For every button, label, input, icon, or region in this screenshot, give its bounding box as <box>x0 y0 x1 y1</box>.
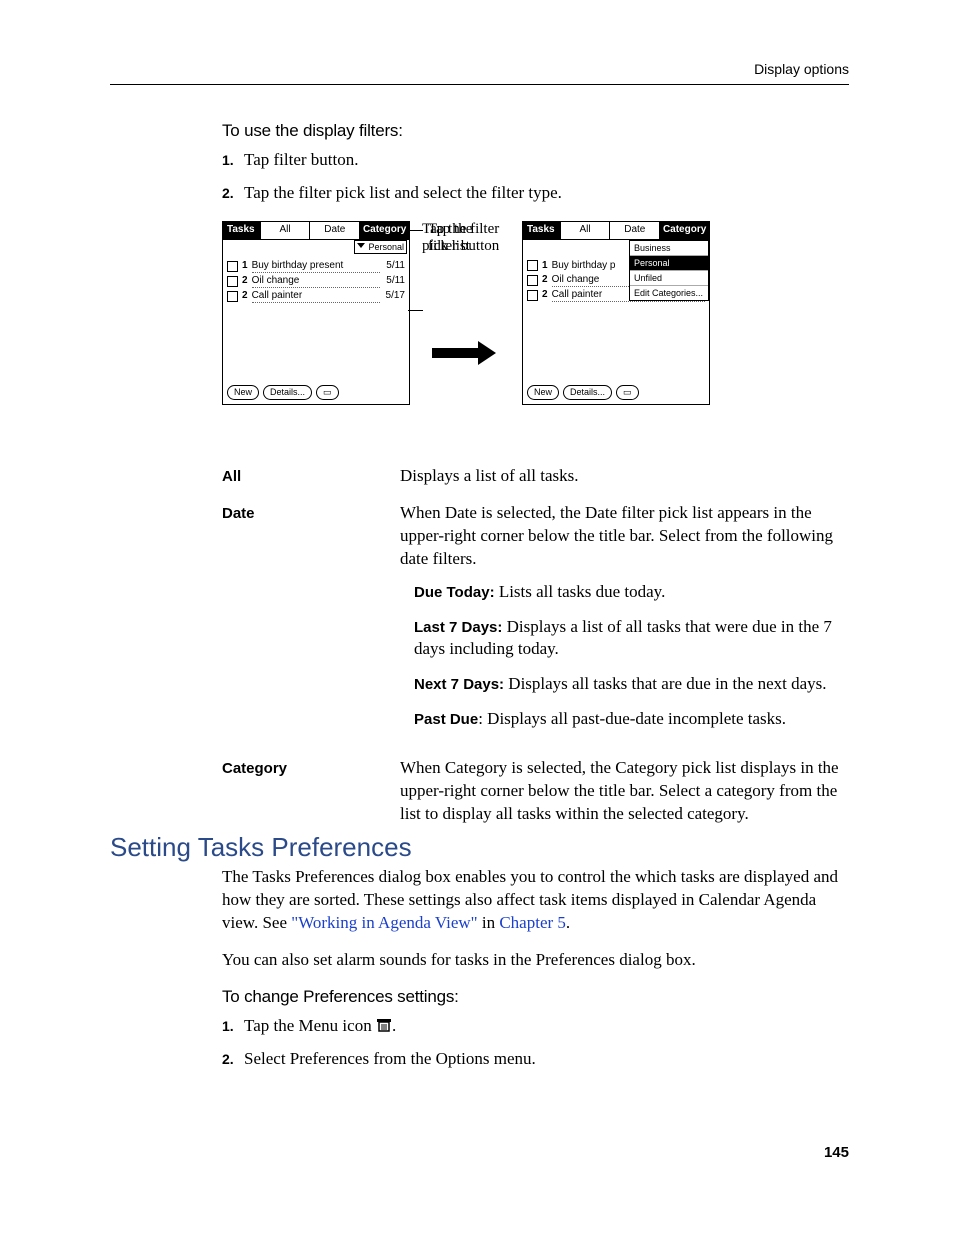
tab-category: Category <box>659 222 709 239</box>
dropdown-item: Business <box>630 241 708 256</box>
task-row: 2Oil change5/11 <box>227 275 405 288</box>
step-2: 2.Tap the filter pick list and select th… <box>222 182 849 205</box>
checkbox-icon <box>527 290 538 301</box>
tab-date: Date <box>309 222 359 239</box>
header-rule <box>110 84 849 85</box>
sub-label: Past Due <box>414 711 478 728</box>
para-alarm: You can also set alarm sounds for tasks … <box>222 949 849 972</box>
note-icon: ▭ <box>616 385 639 400</box>
titlebar: Tasks All Date Category <box>523 222 709 240</box>
running-head: Display options <box>754 60 849 79</box>
filter-definitions: All Displays a list of all tasks. Date W… <box>222 465 849 826</box>
titlebar: Tasks All Date Category <box>223 222 409 240</box>
step-num: 1. <box>222 151 244 170</box>
task-row: 1Buy birthday present5/11 <box>227 260 405 273</box>
step-num: 2. <box>222 184 244 203</box>
dropdown-item: Unfiled <box>630 271 708 286</box>
details-button: Details... <box>263 385 312 400</box>
callout-line <box>408 310 423 311</box>
link-agenda-view[interactable]: "Working in Agenda View" <box>291 913 477 932</box>
checkbox-icon <box>227 276 238 287</box>
button-row: New Details... ▭ <box>227 385 339 400</box>
step-text: Tap filter button. <box>244 150 358 169</box>
link-chapter-5[interactable]: Chapter 5 <box>499 913 566 932</box>
category-dropdown: Business Personal Unfiled Edit Categorie… <box>629 240 709 301</box>
para-prefs-intro: The Tasks Preferences dialog box enables… <box>222 866 849 935</box>
step-text: Tap the filter pick list and select the … <box>244 183 562 202</box>
callout-line <box>408 230 423 231</box>
button-row: New Details... ▭ <box>527 385 639 400</box>
note-icon: ▭ <box>316 385 339 400</box>
term: Category <box>222 757 400 826</box>
dropdown-item-selected: Personal <box>630 256 708 271</box>
dropdown-item: Edit Categories... <box>630 286 708 300</box>
step-1: 1.Tap filter button. <box>222 149 849 172</box>
step-2: 2.Select Preferences from the Options me… <box>222 1048 849 1071</box>
subhead-prefs: To change Preferences settings: <box>222 986 849 1009</box>
sub-label: Due Today: <box>414 584 495 601</box>
tab-all: All <box>260 222 310 239</box>
step-num: 1. <box>222 1017 244 1036</box>
app-title: Tasks <box>223 222 260 239</box>
tab-category: Category <box>359 222 409 239</box>
task-list: 1Buy birthday present5/11 2Oil change5/1… <box>223 256 409 303</box>
step-text-end: . <box>392 1016 396 1035</box>
def-all: All Displays a list of all tasks. <box>222 465 849 488</box>
menu-icon <box>376 1018 392 1032</box>
def-date: Date When Date is selected, the Date fil… <box>222 502 849 744</box>
screenshot-tasks-left: Tasks All Date Category Personal 1Buy bi… <box>222 221 410 405</box>
step-1: 1.Tap the Menu icon . <box>222 1015 849 1038</box>
app-title: Tasks <box>523 222 560 239</box>
page-number: 145 <box>824 1143 849 1163</box>
sub-text: Lists all tasks due today. <box>495 582 666 601</box>
picklist-value: Personal <box>368 241 404 253</box>
checkbox-icon <box>227 291 238 302</box>
definition: When Category is selected, the Category … <box>400 757 849 826</box>
subhead-filters: To use the display filters: <box>222 120 849 143</box>
new-button: New <box>527 385 559 400</box>
term: Date <box>222 502 400 744</box>
def-category: Category When Category is selected, the … <box>222 757 849 826</box>
screenshot-tasks-right: Tasks All Date Category 1Buy birthday p … <box>522 221 710 405</box>
steps-filters: 1.Tap filter button. 2.Tap the filter pi… <box>222 149 849 205</box>
sub-label: Next 7 Days: <box>414 676 504 693</box>
date-subfilters: Due Today: Lists all tasks due today. La… <box>414 581 849 732</box>
figure-filters: Tasks All Date Category Personal 1Buy bi… <box>222 221 849 441</box>
checkbox-icon <box>527 275 538 286</box>
tab-date: Date <box>609 222 659 239</box>
step-text: Select Preferences from the Options menu… <box>244 1049 536 1068</box>
term: All <box>222 465 400 488</box>
checkbox-icon <box>527 260 538 271</box>
definition: When Date is selected, the Date filter p… <box>400 502 849 744</box>
sub-text: Displays all tasks that are due in the n… <box>504 674 826 693</box>
steps-prefs: 1.Tap the Menu icon . 2.Select Preferenc… <box>222 1015 849 1071</box>
sub-text: : Displays all past-due-date incomplete … <box>478 709 786 728</box>
dropdown-icon <box>357 243 365 248</box>
step-text: Tap the Menu icon <box>244 1016 376 1035</box>
heading-setting-prefs: Setting Tasks Preferences <box>110 830 412 865</box>
step-num: 2. <box>222 1050 244 1069</box>
new-button: New <box>227 385 259 400</box>
sub-label: Last 7 Days: <box>414 619 502 636</box>
task-row: 2Call painter5/17 <box>227 290 405 303</box>
filter-picklist: Personal <box>354 240 407 254</box>
checkbox-icon <box>227 261 238 272</box>
callout-pick-list: Tap the filter pick list <box>422 221 499 255</box>
definition: Displays a list of all tasks. <box>400 465 849 488</box>
arrow-icon <box>432 343 502 363</box>
details-button: Details... <box>563 385 612 400</box>
tab-all: All <box>560 222 610 239</box>
